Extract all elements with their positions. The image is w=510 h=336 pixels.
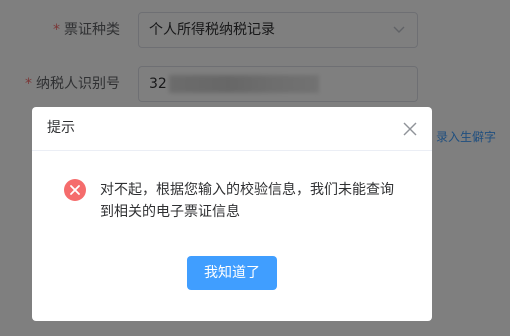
confirm-button[interactable]: 我知道了	[187, 256, 277, 290]
dialog-header: 提示	[32, 107, 432, 151]
alert-dialog: 提示 对不起，根据您输入的校验信息，我们未能查询到相关的电子票证信息 我知道了	[32, 107, 432, 321]
close-icon[interactable]	[402, 121, 418, 137]
dialog-message: 对不起，根据您输入的校验信息，我们未能查询到相关的电子票证信息	[100, 182, 394, 220]
error-circle-icon	[64, 179, 86, 201]
dialog-title: 提示	[47, 120, 75, 136]
